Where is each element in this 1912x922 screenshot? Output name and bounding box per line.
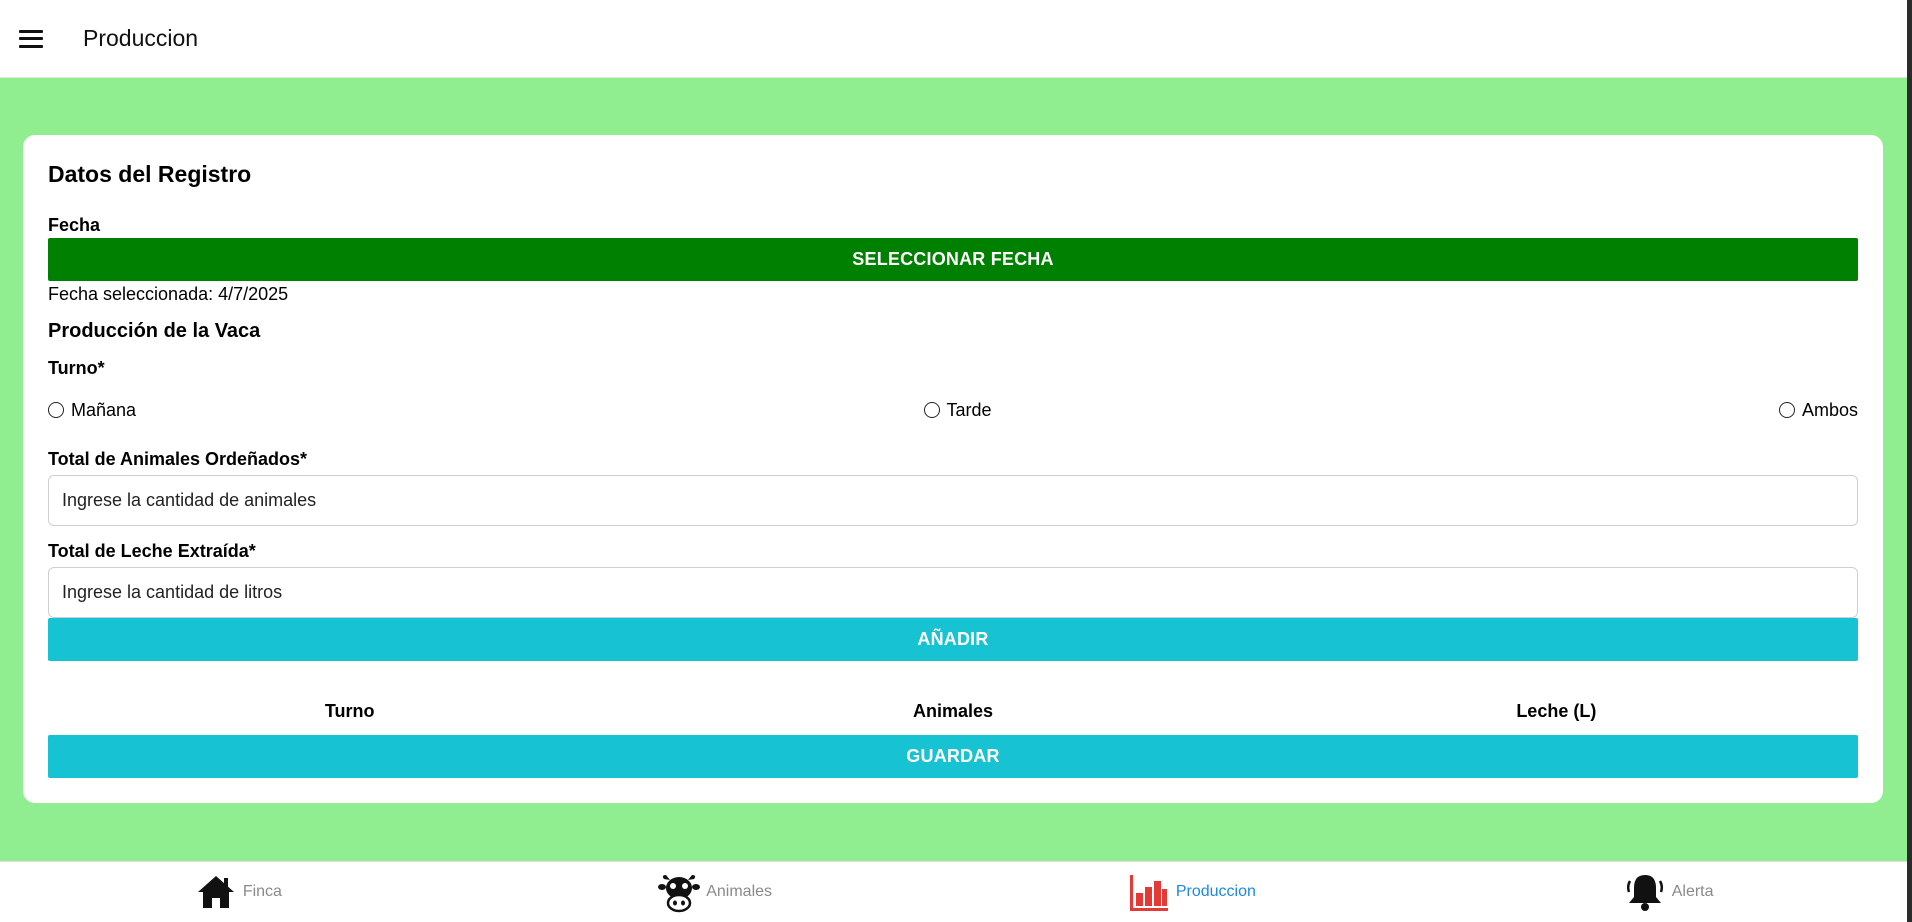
nav-label: Alerta <box>1671 883 1714 900</box>
save-button[interactable]: GUARDAR <box>48 735 1858 778</box>
animales-label: Total de Animales Ordeñados* <box>48 449 308 469</box>
select-date-button[interactable]: SELECCIONAR FECHA <box>48 238 1858 281</box>
card-title: Datos del Registro <box>48 161 252 187</box>
radio-label: Mañana <box>71 399 137 420</box>
registro-card: Datos del Registro Fecha SELECCIONAR FEC… <box>23 135 1883 803</box>
fecha-label: Fecha <box>48 215 101 235</box>
radio-label: Tarde <box>946 399 992 420</box>
table-header: Turno Animales Leche (L) <box>48 696 1858 726</box>
radio-circle-icon[interactable] <box>48 402 64 418</box>
bar-chart-icon <box>1128 871 1170 913</box>
bottom-nav: Finca Animales Produccion Alerta <box>0 861 1907 922</box>
radio-circle-icon[interactable] <box>923 402 940 418</box>
selected-date-text: Fecha seleccionada: 4/7/2025 <box>48 284 289 304</box>
nav-label: Finca <box>242 883 282 900</box>
table-header-leche: Leche (L) <box>1516 700 1597 721</box>
radio-circle-icon[interactable] <box>1778 402 1795 418</box>
nav-item-produccion[interactable]: Produccion <box>954 862 1431 922</box>
app-root: Produccion Datos del Registro Fecha SELE… <box>0 0 1912 922</box>
house-icon <box>195 871 237 913</box>
leche-label: Total de Leche Extraída* <box>48 541 256 561</box>
animales-input[interactable]: Ingrese la cantidad de animales <box>48 475 1858 526</box>
nav-item-alerta[interactable]: Alerta <box>1430 862 1907 922</box>
nav-label: Produccion <box>1175 883 1256 900</box>
nav-item-finca[interactable]: Finca <box>0 862 477 922</box>
cow-icon <box>658 871 701 913</box>
bell-icon <box>1624 871 1666 913</box>
table-header-animales: Animales <box>912 700 994 721</box>
window-edge <box>1907 0 1912 922</box>
turno-label: Turno* <box>48 358 105 378</box>
radio-tarde[interactable]: Tarde <box>923 399 992 421</box>
add-button[interactable]: AÑADIR <box>48 618 1858 661</box>
menu-icon[interactable] <box>0 0 62 78</box>
nav-item-animales[interactable]: Animales <box>477 862 954 922</box>
page-title: Produccion <box>83 25 199 51</box>
section-title: Producción de la Vaca <box>48 320 261 342</box>
radio-ambos[interactable]: Ambos <box>1778 399 1858 421</box>
radio-manana[interactable]: Mañana <box>48 400 136 421</box>
app-bar: Produccion <box>0 0 1907 78</box>
leche-input[interactable]: Ingrese la cantidad de litros <box>48 567 1858 618</box>
table-header-turno: Turno <box>324 700 375 721</box>
radio-label: Ambos <box>1801 399 1858 420</box>
nav-label: Animales <box>706 883 773 900</box>
turno-radio-group: Mañana Tarde Ambos <box>48 395 1858 425</box>
